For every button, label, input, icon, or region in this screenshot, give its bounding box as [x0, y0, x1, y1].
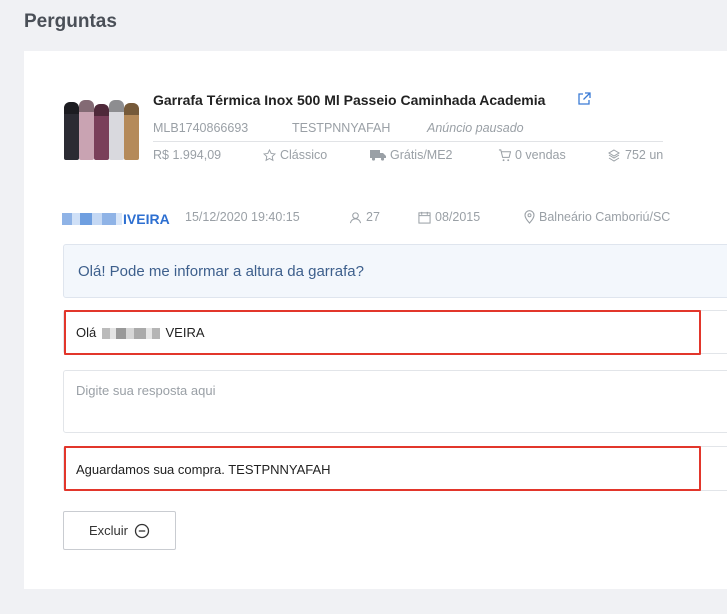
stock-icon	[608, 148, 620, 162]
star-icon	[263, 148, 276, 161]
sales-count: 0 vendas	[498, 148, 566, 162]
answer-input[interactable]	[76, 383, 720, 423]
shipping-info: Grátis/ME2	[370, 148, 453, 162]
member-since: 08/2015	[418, 210, 480, 224]
product-thumbnail	[64, 98, 140, 160]
listing-status: Anúncio pausado	[427, 121, 524, 135]
external-link-icon[interactable]	[577, 92, 591, 106]
divider	[153, 141, 663, 142]
question-text: Olá! Pode me informar a altura da garraf…	[63, 244, 727, 298]
truck-icon	[370, 150, 386, 161]
answer-body-field[interactable]	[63, 370, 727, 433]
answer-greeting-field[interactable]: Olá VEIRA	[63, 310, 727, 354]
question-datetime: 15/12/2020 19:40:15	[185, 210, 300, 224]
listing-type: Clássico	[263, 148, 327, 162]
product-id: MLB1740866693	[153, 121, 249, 135]
asker-purchases: 27	[349, 210, 380, 224]
redacted-name	[62, 213, 122, 225]
answer-closing-field[interactable]: Aguardamos sua compra. TESTPNNYAFAH	[63, 446, 727, 491]
price-value: R$ 1.994,09	[153, 148, 222, 162]
page-title: Perguntas	[24, 11, 117, 32]
asker-location: Balneário Camboriú/SC	[524, 210, 670, 224]
redacted-name	[101, 328, 160, 340]
asker-name[interactable]: IVEIRA	[62, 211, 170, 227]
product-title[interactable]: Garrafa Térmica Inox 500 Ml Passeio Cami…	[153, 92, 545, 108]
product-price: R$ 1.994,09	[153, 148, 221, 162]
location-pin-icon	[524, 210, 535, 224]
product-sku: TESTPNNYAFAH	[292, 121, 391, 135]
cart-icon	[498, 148, 511, 161]
user-icon	[349, 211, 362, 223]
calendar-icon	[418, 211, 431, 224]
minus-circle-icon	[134, 523, 150, 538]
delete-button[interactable]: Excluir	[63, 511, 176, 550]
stock-count: 752 un	[607, 148, 663, 162]
question-card: Garrafa Térmica Inox 500 Ml Passeio Cami…	[24, 51, 727, 589]
